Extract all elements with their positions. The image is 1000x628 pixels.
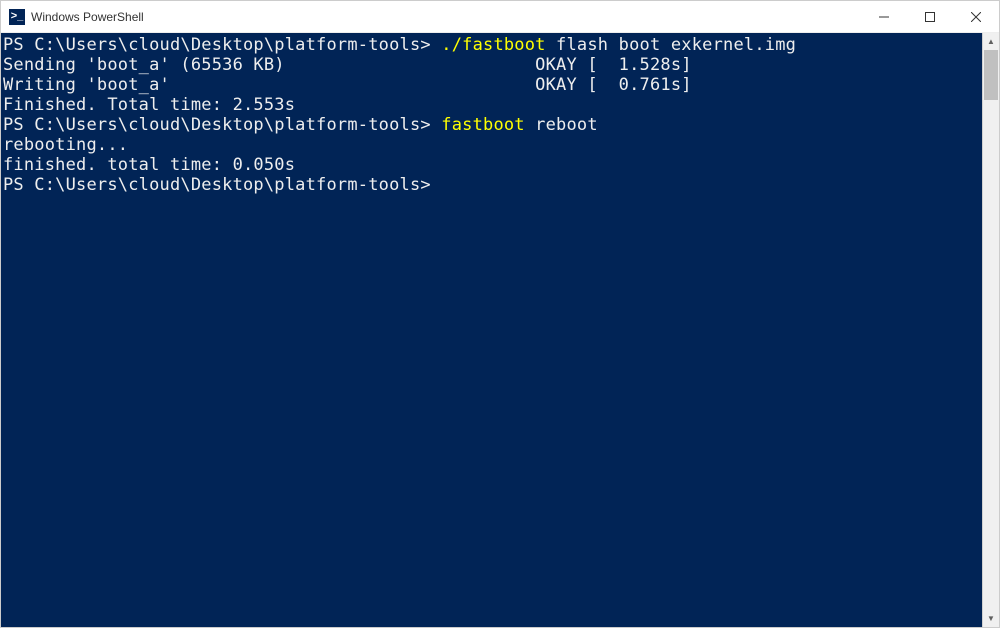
- terminal-line: finished. total time: 0.050s: [3, 155, 982, 175]
- terminal-segment: flash boot exkernel.img: [546, 35, 796, 55]
- powershell-window: >_ Windows PowerShell PS C:\Users\cloud\…: [0, 0, 1000, 628]
- terminal-segment: Sending 'boot_a' (65536 KB) OKAY [ 1.528…: [3, 55, 692, 75]
- terminal-line: PS C:\Users\cloud\Desktop\platform-tools…: [3, 35, 982, 55]
- terminal-line: Sending 'boot_a' (65536 KB) OKAY [ 1.528…: [3, 55, 982, 75]
- title-left: >_ Windows PowerShell: [9, 9, 144, 25]
- terminal-segment: PS C:\Users\cloud\Desktop\platform-tools…: [3, 175, 431, 195]
- scroll-up-arrow-icon[interactable]: ▲: [983, 33, 999, 50]
- terminal-segment: reboot: [525, 115, 598, 135]
- terminal-line: Finished. Total time: 2.553s: [3, 95, 982, 115]
- terminal-segment: fastboot: [441, 115, 524, 135]
- terminal-line: PS C:\Users\cloud\Desktop\platform-tools…: [3, 115, 982, 135]
- terminal-output[interactable]: PS C:\Users\cloud\Desktop\platform-tools…: [1, 33, 982, 627]
- terminal-line: Writing 'boot_a' OKAY [ 0.761s]: [3, 75, 982, 95]
- scrollbar-track[interactable]: [983, 50, 999, 610]
- terminal-wrap: PS C:\Users\cloud\Desktop\platform-tools…: [1, 33, 999, 627]
- window-controls: [861, 1, 999, 32]
- minimize-icon: [879, 12, 889, 22]
- minimize-button[interactable]: [861, 1, 907, 33]
- scrollbar-thumb[interactable]: [984, 50, 998, 100]
- terminal-segment: Writing 'boot_a' OKAY [ 0.761s]: [3, 75, 692, 95]
- maximize-button[interactable]: [907, 1, 953, 33]
- close-icon: [971, 12, 981, 22]
- terminal-segment: Finished. Total time: 2.553s: [3, 95, 295, 115]
- maximize-icon: [925, 12, 935, 22]
- terminal-segment: PS C:\Users\cloud\Desktop\platform-tools…: [3, 115, 441, 135]
- titlebar[interactable]: >_ Windows PowerShell: [1, 1, 999, 33]
- window-title: Windows PowerShell: [31, 10, 144, 24]
- close-button[interactable]: [953, 1, 999, 33]
- powershell-icon: >_: [9, 9, 25, 25]
- terminal-line: rebooting...: [3, 135, 982, 155]
- scrollbar[interactable]: ▲ ▼: [982, 33, 999, 627]
- terminal-segment: finished. total time: 0.050s: [3, 155, 295, 175]
- terminal-segment: PS C:\Users\cloud\Desktop\platform-tools…: [3, 35, 441, 55]
- terminal-line: PS C:\Users\cloud\Desktop\platform-tools…: [3, 175, 982, 195]
- terminal-segment: rebooting...: [3, 135, 128, 155]
- scroll-down-arrow-icon[interactable]: ▼: [983, 610, 999, 627]
- terminal-segment: ./fastboot: [441, 35, 545, 55]
